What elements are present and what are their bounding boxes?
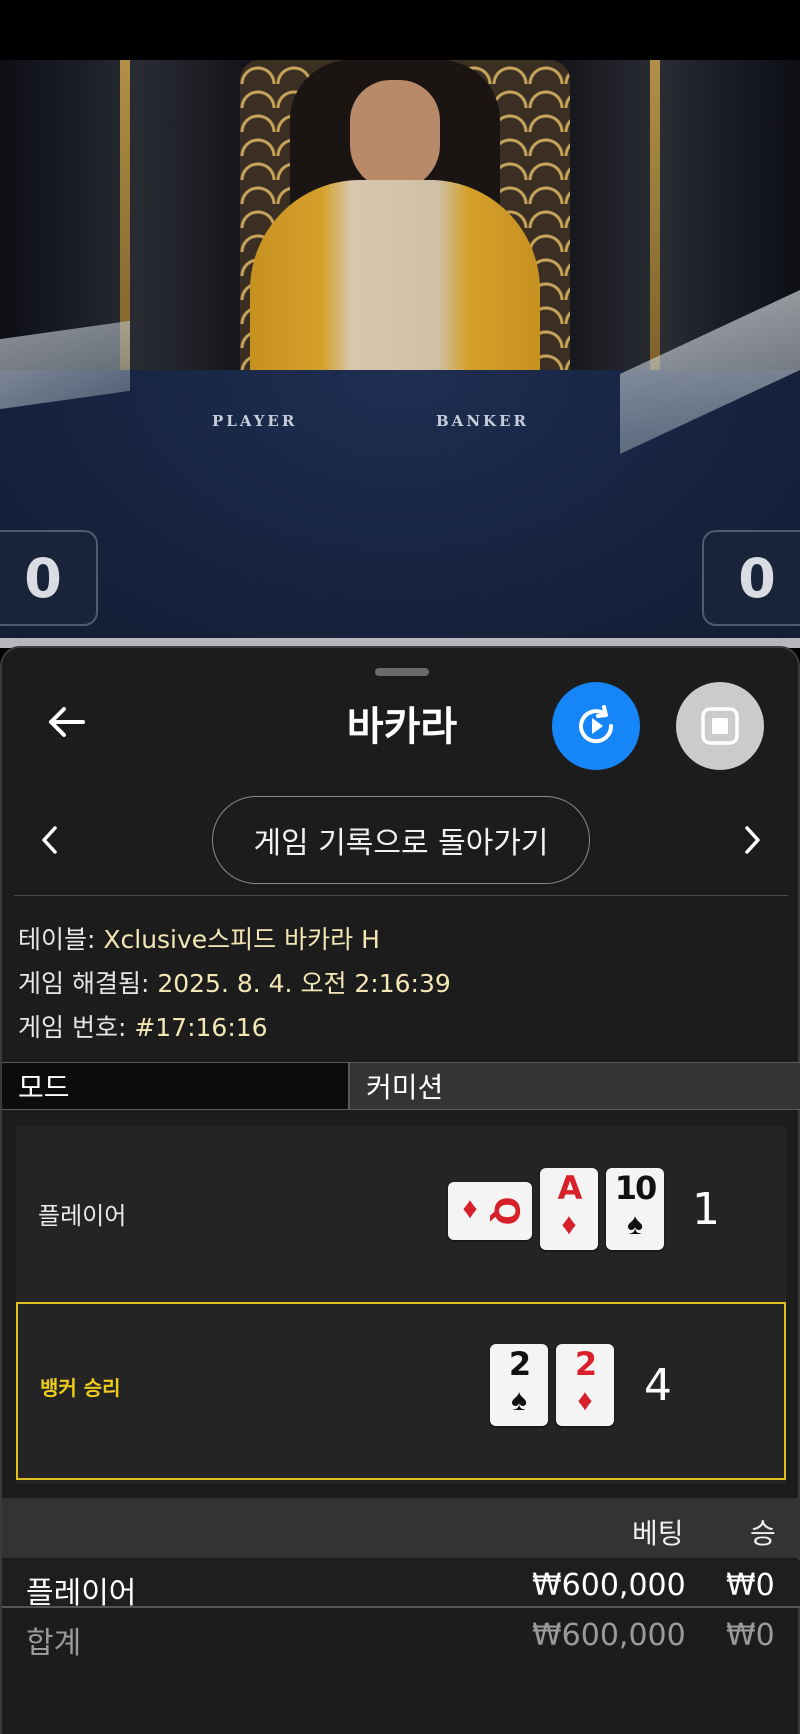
live-video-feed: PLAYER BANKER 0 0 xyxy=(0,60,800,638)
info-resolved-label: 게임 해결됨: xyxy=(18,969,158,998)
info-table-label: 테이블: xyxy=(18,925,104,954)
drag-handle[interactable] xyxy=(375,668,429,676)
banker-score-display: 0 xyxy=(702,530,800,626)
back-to-history-button[interactable]: 게임 기록으로 돌아가기 xyxy=(212,796,590,884)
info-game-number: 게임 번호: #17:16:16 xyxy=(18,1008,268,1044)
gold-pillar xyxy=(650,60,660,380)
stop-square-icon xyxy=(701,707,739,745)
previous-game-button[interactable] xyxy=(30,820,70,860)
replay-play-icon xyxy=(579,705,614,744)
hand-results: 플레이어 ♦ Q A ♦ 10 ♠ 1 뱅커 승리 2 ♠ 2 ♦ 4 xyxy=(16,1126,786,1484)
banker-hand-score: 4 xyxy=(644,1360,672,1411)
player-hand-label: 플레이어 xyxy=(38,1202,127,1230)
card: 2 ♠ xyxy=(490,1344,548,1426)
game-history-panel: 바카라 게임 기록으로 돌아가기 테이블: Xclusive스피드 바카라 H … xyxy=(0,646,800,1734)
info-resolved-value: 2025. 8. 4. 오전 2:16:39 xyxy=(157,969,451,998)
tab-mode[interactable]: 모드 xyxy=(2,1063,350,1109)
card: ♦ Q xyxy=(448,1182,532,1240)
info-resolved: 게임 해결됨: 2025. 8. 4. 오전 2:16:39 xyxy=(18,964,451,1000)
replay-button[interactable] xyxy=(552,682,640,770)
info-table: 테이블: Xclusive스피드 바카라 H xyxy=(18,920,380,956)
mode-tabs: 모드 커미션 xyxy=(2,1062,800,1110)
card: A ♦ xyxy=(540,1168,598,1250)
diamond-suit-icon: ♦ xyxy=(577,1384,593,1417)
bet-name: 플레이어 xyxy=(26,1576,137,1611)
player-hand-score: 1 xyxy=(692,1184,720,1235)
card-rank: 10 xyxy=(614,1169,658,1207)
banker-hand-row: 뱅커 승리 2 ♠ 2 ♦ 4 xyxy=(16,1302,786,1480)
total-row: 합계 ₩600,000 ₩0 xyxy=(2,1610,800,1661)
player-hand-row: 플레이어 ♦ Q A ♦ 10 ♠ 1 xyxy=(16,1126,786,1302)
total-win-amount: ₩0 xyxy=(726,1618,775,1653)
back-button[interactable] xyxy=(42,698,90,746)
info-number-value: #17:16:16 xyxy=(134,1013,268,1042)
card-rank: 2 xyxy=(508,1345,531,1383)
card: 10 ♠ xyxy=(606,1168,664,1250)
chevron-left-icon xyxy=(42,826,57,854)
bet-column-header: 베팅 xyxy=(632,1517,684,1550)
total-bet-amount: ₩600,000 xyxy=(532,1618,686,1653)
total-label: 합계 xyxy=(26,1626,82,1661)
diamond-suit-icon: ♦ xyxy=(561,1208,577,1241)
table-label-player: PLAYER xyxy=(212,412,298,430)
bet-table-header: 베팅 승 xyxy=(2,1498,800,1558)
next-game-button[interactable] xyxy=(732,820,772,860)
table-label-banker: BANKER xyxy=(436,412,529,430)
chevron-right-icon xyxy=(745,826,760,854)
tab-commission[interactable]: 커미션 xyxy=(350,1063,800,1109)
card: 2 ♦ xyxy=(556,1344,614,1426)
diamond-suit-icon: ♦ xyxy=(462,1192,478,1225)
page-title: 바카라 xyxy=(346,704,458,750)
win-amount: ₩0 xyxy=(726,1568,775,1603)
card-rank: Q xyxy=(486,1196,526,1224)
player-score-display: 0 xyxy=(0,530,98,626)
stop-button[interactable] xyxy=(676,682,764,770)
card-rank: A xyxy=(557,1169,583,1207)
win-column-header: 승 xyxy=(750,1517,776,1550)
divider xyxy=(14,895,788,896)
spade-suit-icon: ♠ xyxy=(511,1384,527,1417)
dealer-face xyxy=(350,80,440,190)
info-table-value: Xclusive스피드 바카라 H xyxy=(103,925,380,954)
card-rank: 2 xyxy=(574,1345,597,1383)
spade-suit-icon: ♠ xyxy=(627,1208,643,1241)
banker-win-label: 뱅커 승리 xyxy=(40,1376,121,1400)
info-number-label: 게임 번호: xyxy=(18,1013,135,1042)
table-row: 플레이어 ₩600,000 ₩0 xyxy=(2,1560,800,1611)
top-status-bar xyxy=(0,0,800,60)
bet-amount: ₩600,000 xyxy=(532,1568,686,1603)
arrow-left-icon xyxy=(49,707,85,737)
